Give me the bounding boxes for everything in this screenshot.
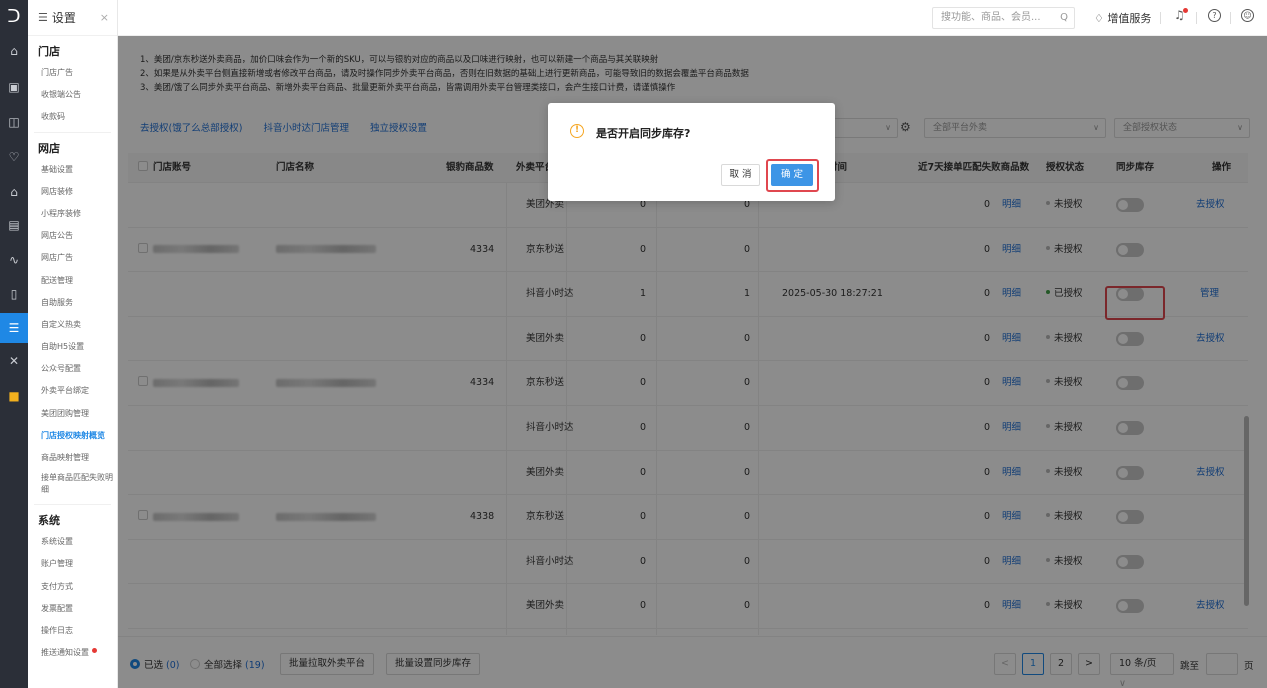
- sidebar-header: ☰ 设置 ×: [28, 0, 117, 36]
- sidebar-title: 设置: [51, 11, 76, 25]
- sidebar-group-0: 门店: [38, 45, 60, 58]
- sidebar-item[interactable]: 收银端公告: [28, 84, 117, 106]
- calendar-icon[interactable]: ◫: [0, 111, 28, 133]
- diamond-icon: ♢: [1094, 12, 1104, 25]
- sidebar-item[interactable]: 配送管理: [28, 270, 117, 292]
- logo-icon: ᑐ: [7, 6, 21, 27]
- sidebar-item[interactable]: 系统设置: [28, 531, 117, 553]
- sidebar-item[interactable]: 门店授权映射概览: [28, 425, 117, 447]
- confirm-dialog: ! 是否开启同步库存? 取 消 确 定: [548, 103, 835, 201]
- cancel-button[interactable]: 取 消: [721, 164, 760, 186]
- bell-icon[interactable]: ♫: [1174, 8, 1188, 22]
- sidebar-item[interactable]: 自定义热卖: [28, 314, 117, 336]
- heart-icon[interactable]: ♡: [0, 146, 28, 168]
- notification-dot: [1182, 8, 1188, 13]
- warning-icon: !: [570, 124, 584, 138]
- user-icon[interactable]: ☺: [1241, 9, 1254, 22]
- sidebar-item[interactable]: 美团团购管理: [28, 403, 117, 425]
- top-bar: 搜功能、商品、会员... Q ♢ 增值服务 ♫ ? ☺: [118, 0, 1267, 36]
- bank-icon[interactable]: ⌂: [0, 181, 28, 203]
- apps-icon[interactable]: ■: [0, 385, 28, 407]
- monitor-icon[interactable]: ▣: [0, 76, 28, 98]
- sidebar-item[interactable]: 公众号配置: [28, 358, 117, 380]
- sidebar-group-2: 系统: [38, 514, 60, 528]
- help-icon[interactable]: ?: [1208, 9, 1221, 22]
- sidebar-item[interactable]: 自助服务: [28, 292, 117, 314]
- settings-list-icon[interactable]: ☰: [0, 313, 28, 343]
- document-icon[interactable]: ▯: [0, 283, 28, 305]
- sidebar-item[interactable]: 网店公告: [28, 225, 117, 247]
- sidebar-item[interactable]: 网店装修: [28, 181, 117, 203]
- sidebar-item[interactable]: 操作日志: [28, 620, 117, 642]
- divider: [1160, 12, 1161, 24]
- home-icon[interactable]: ⌂: [0, 40, 28, 62]
- divider: [1230, 12, 1231, 24]
- sidebar-item[interactable]: 收款码: [28, 106, 117, 128]
- sidebar-divider: [34, 501, 111, 506]
- menu-icon: ☰: [38, 11, 48, 24]
- tools-icon[interactable]: ✕: [0, 350, 28, 372]
- divider: [1196, 12, 1197, 24]
- sidebar-item[interactable]: 商品映射管理: [28, 447, 117, 469]
- close-icon[interactable]: ×: [100, 11, 109, 24]
- sidebar-item[interactable]: 网店广告: [28, 247, 117, 269]
- sidebar-item[interactable]: 接单商品匹配失败明细: [28, 469, 117, 501]
- settings-sidebar: ☰ 设置 × 门店门店广告 收银端公告 收款码网店基础设置 网店装修 小程序装修 网店公告…: [28, 0, 118, 688]
- card-icon[interactable]: ▤: [0, 214, 28, 236]
- sidebar-item[interactable]: 账户管理: [28, 553, 117, 575]
- notification-dot: [92, 648, 97, 654]
- vip-label: 增值服务: [1107, 12, 1152, 25]
- sidebar-item[interactable]: 门店广告: [28, 62, 117, 84]
- sidebar-item[interactable]: 发票配置: [28, 598, 117, 620]
- sidebar-item[interactable]: 外卖平台绑定: [28, 380, 117, 402]
- icon-rail: ᑐ ⌂ ▣ ◫ ♡ ⌂ ▤ ∿ ▯ ☰ ✕ ■: [0, 0, 28, 688]
- sidebar-item[interactable]: 小程序装修: [28, 203, 117, 225]
- confirm-button[interactable]: 确 定: [771, 164, 813, 186]
- search-input[interactable]: 搜功能、商品、会员... Q: [932, 7, 1075, 29]
- sidebar-item[interactable]: 基础设置: [28, 159, 117, 181]
- search-icon[interactable]: Q: [1060, 8, 1068, 28]
- dialog-message: 是否开启同步库存?: [596, 127, 691, 140]
- sidebar-divider: [34, 129, 111, 133]
- vip-services-button[interactable]: ♢ 增值服务: [1094, 10, 1151, 26]
- sidebar-item[interactable]: 推送通知设置: [28, 642, 117, 664]
- sidebar-item[interactable]: 支付方式: [28, 576, 117, 598]
- sidebar-item[interactable]: 自助H5设置: [28, 336, 117, 358]
- chart-icon[interactable]: ∿: [0, 249, 28, 271]
- sidebar-group-1: 网店: [38, 141, 60, 155]
- search-placeholder: 搜功能、商品、会员...: [941, 12, 1041, 23]
